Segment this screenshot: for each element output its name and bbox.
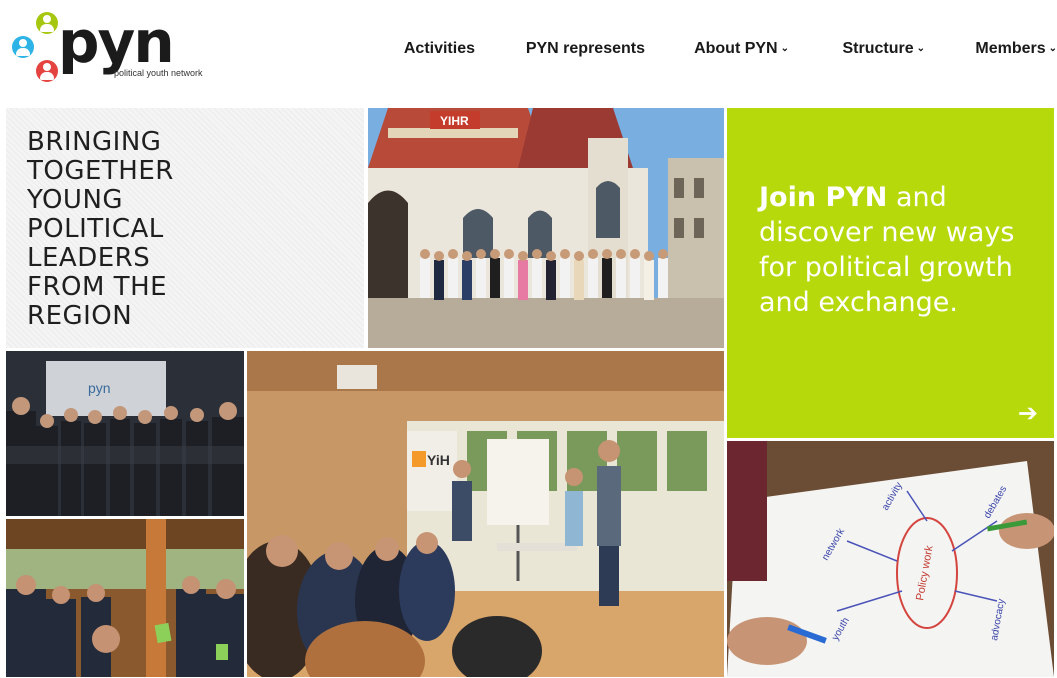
- voting-photo-illustration: [6, 519, 244, 677]
- chevron-down-icon: ⌄: [1048, 43, 1057, 54]
- church-sign-text: YIHR: [440, 114, 469, 128]
- workshop-photo-illustration: YiH: [247, 351, 724, 677]
- join-pyn-text: Join PYN and discover new ways for polit…: [759, 182, 1015, 318]
- photo-voting-session: [6, 519, 244, 677]
- nav-members[interactable]: Members ⌄: [975, 40, 1057, 58]
- logo-wordmark: pyn: [58, 8, 175, 76]
- hero-headline: BRINGING TOGETHER YOUNG POLITICAL LEADER…: [27, 127, 174, 331]
- nav-structure[interactable]: Structure ⌄: [842, 40, 925, 58]
- chevron-down-icon: ⌄: [916, 43, 925, 54]
- photo-church-group: YIHR: [368, 108, 724, 348]
- arrow-right-icon[interactable]: ➔: [1018, 399, 1038, 428]
- site-header: pyn political youth network Activities P…: [0, 0, 1057, 103]
- photo-conference-hall: pyn: [6, 351, 244, 516]
- hall-photo-illustration: pyn: [6, 351, 244, 516]
- logo-person-green-icon: [36, 12, 58, 34]
- logo-tagline: political youth network: [114, 68, 203, 78]
- church-photo-illustration: YIHR: [368, 108, 724, 348]
- pyn-logo[interactable]: pyn political youth network: [10, 8, 203, 90]
- photo-mindmap-drawing: Policy work activity network debates adv…: [727, 441, 1054, 677]
- screen-logo-text: pyn: [88, 380, 111, 396]
- chevron-down-icon: ⌄: [780, 43, 789, 54]
- banner-logo-text: YiH: [427, 452, 450, 468]
- logo-person-blue-icon: [12, 36, 34, 58]
- logo-person-red-icon: [36, 60, 58, 82]
- nav-about-pyn[interactable]: About PYN ⌄: [694, 40, 789, 58]
- photo-workshop-room: YiH: [247, 351, 724, 677]
- nav-activities[interactable]: Activities: [404, 40, 475, 58]
- hero-text-tile: BRINGING TOGETHER YOUNG POLITICAL LEADER…: [6, 108, 364, 348]
- nav-pyn-represents[interactable]: PYN represents: [526, 40, 645, 58]
- join-pyn-tile[interactable]: Join PYN and discover new ways for polit…: [727, 108, 1054, 438]
- mindmap-photo-illustration: Policy work activity network debates adv…: [727, 441, 1054, 677]
